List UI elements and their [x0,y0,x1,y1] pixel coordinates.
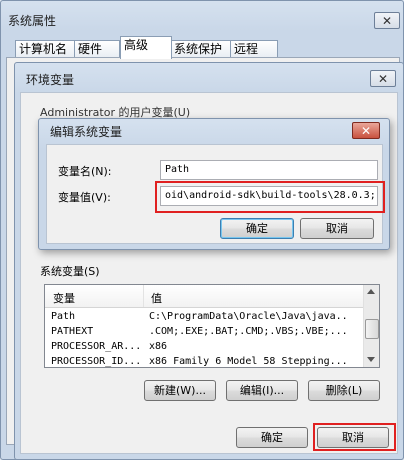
table-row[interactable]: PROCESSOR_AR... x86 [45,339,363,354]
system-properties-close-button[interactable]: ✕ [374,12,400,29]
table-header: 变量 值 [45,285,363,308]
close-icon: ✕ [381,13,393,28]
row-value: C:\ProgramData\Oracle\Java\java... [149,311,349,322]
edit-ok-button[interactable]: 确定 [220,218,294,239]
new-variable-button[interactable]: 新建(W)... [144,380,216,401]
edit-cancel-button[interactable]: 取消 [300,218,374,239]
table-row[interactable]: Path C:\ProgramData\Oracle\Java\java... [45,309,363,324]
table-row[interactable]: PROCESSOR_ID... x86 Family 6 Model 58 St… [45,354,363,367]
row-value: .COM;.EXE;.BAT;.CMD;.VBS;.VBE;.... [149,326,349,337]
environment-variables-title: 环境变量 [26,73,75,87]
tab-hardware[interactable]: 硬件 [74,40,120,58]
row-name: Path [51,311,76,322]
tab-label: 高级 [124,38,149,52]
tab-label: 计算机名 [19,42,68,56]
close-icon: ✕ [360,123,372,138]
column-divider [143,285,144,307]
system-properties-title: 系统属性 [8,14,57,28]
tab-advanced[interactable]: 高级 [120,36,172,59]
tab-system-protection[interactable]: 系统保护 [170,40,234,58]
row-name: PATHEXT [51,326,94,337]
vertical-scrollbar[interactable] [363,285,379,367]
chevron-up-icon[interactable] [367,289,375,294]
tab-label: 远程 [234,42,259,56]
variable-value-field[interactable]: oid\android-sdk\build-tools\28.0.3; [160,186,378,206]
table-row[interactable]: PATHEXT .COM;.EXE;.BAT;.CMD;.VBS;.VBE;..… [45,324,363,339]
row-name: PROCESSOR_ID... [51,356,141,367]
row-value: x86 [149,341,168,352]
env-cancel-button[interactable]: 取消 [317,427,389,448]
row-name: PROCESSOR_AR... [51,341,141,352]
column-header-name[interactable]: 变量 [53,290,75,306]
variable-name-field[interactable]: Path [160,160,378,180]
delete-variable-button[interactable]: 删除(L) [308,380,380,401]
env-ok-button[interactable]: 确定 [236,427,308,448]
edit-variable-close-button[interactable]: ✕ [352,122,380,139]
edit-variable-title: 编辑系统变量 [50,125,123,139]
tab-computer-name[interactable]: 计算机名 [15,40,79,58]
tab-label: 系统保护 [174,42,223,56]
close-icon: ✕ [377,71,389,86]
system-variables-table[interactable]: 变量 值 Path C:\ProgramData\Oracle\Java\jav… [44,284,380,368]
environment-variables-close-button[interactable]: ✕ [370,70,396,87]
edit-variable-button[interactable]: 编辑(I)... [226,380,298,401]
chevron-down-icon[interactable] [367,357,375,362]
column-header-value[interactable]: 值 [151,290,162,306]
tab-remote[interactable]: 远程 [230,40,278,58]
scrollbar-thumb[interactable] [365,319,379,339]
row-value: x86 Family 6 Model 58 Stepping... [149,356,348,367]
system-variables-label: 系统变量(S) [40,265,100,278]
variable-name-label: 变量名(N): [58,165,112,178]
tab-label: 硬件 [78,42,103,56]
variable-value-label: 变量值(V): [58,191,111,204]
